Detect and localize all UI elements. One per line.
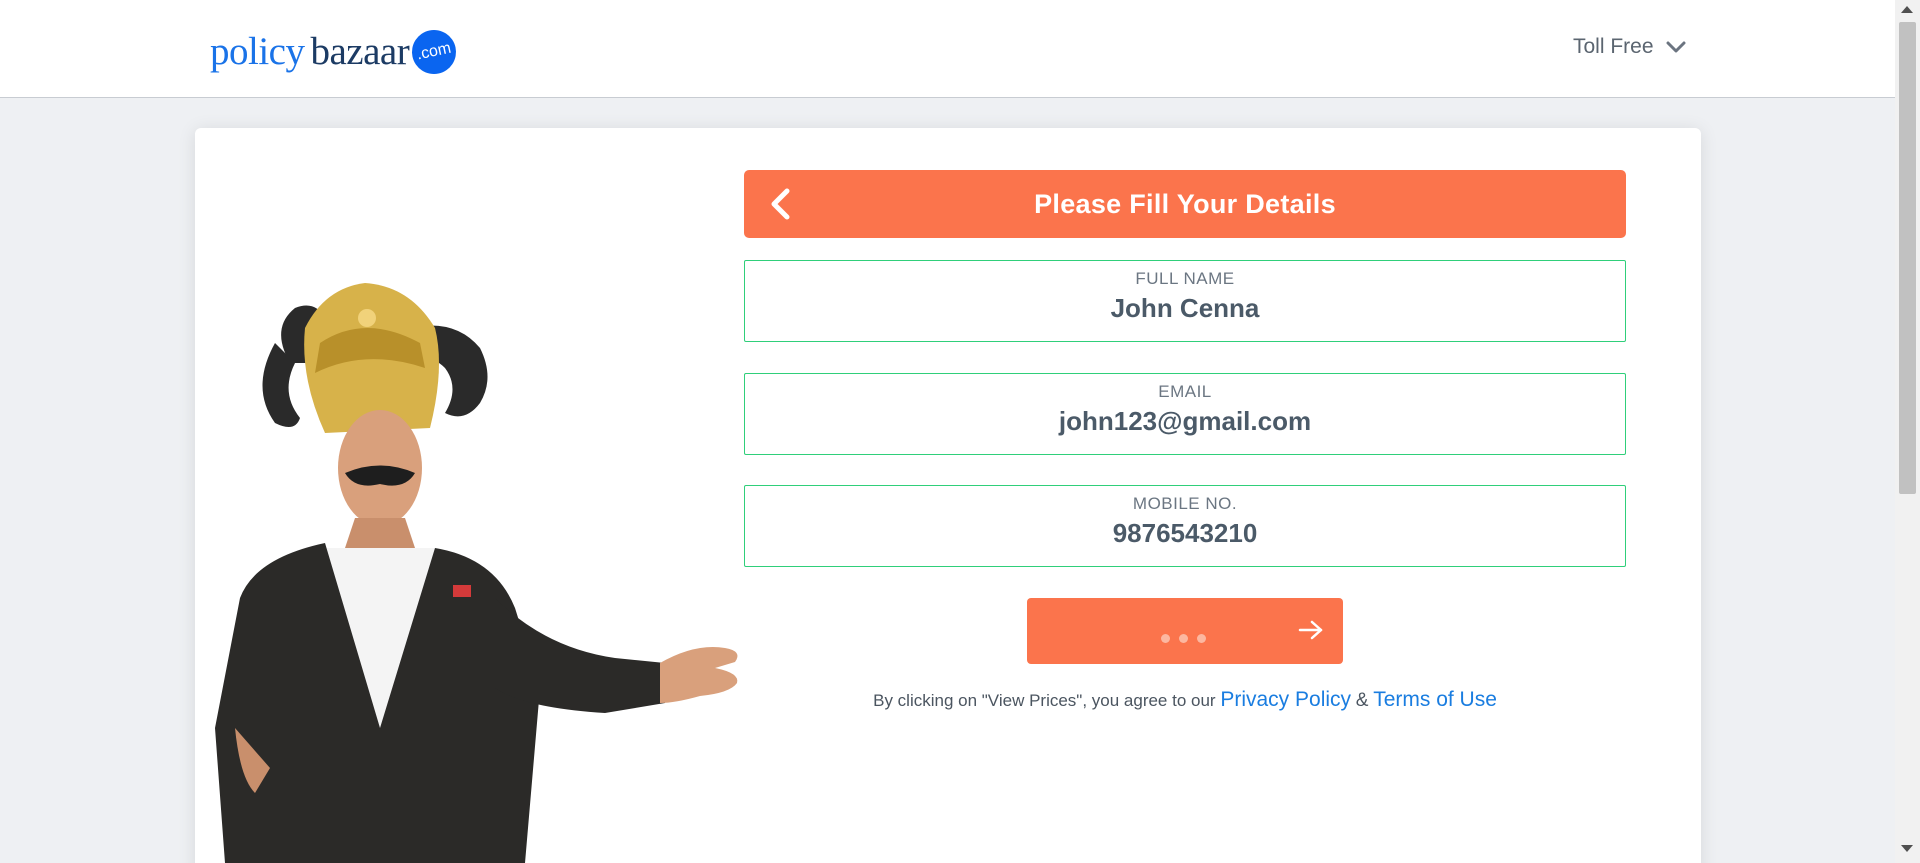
loading-dot: [1197, 634, 1206, 643]
email-label: EMAIL: [1158, 382, 1212, 401]
full-name-input[interactable]: [745, 293, 1625, 324]
scroll-thumb[interactable]: [1899, 22, 1916, 494]
mobile-field[interactable]: MOBILE NO.: [744, 485, 1626, 567]
form-title: Please Fill Your Details: [1034, 188, 1336, 219]
chevron-down-icon: [1666, 41, 1686, 53]
consent-text: By clicking on "View Prices", you agree …: [744, 688, 1626, 712]
loading-dot: [1179, 634, 1188, 643]
chevron-left-icon: [771, 188, 790, 220]
consent-prefix: By clicking on "View Prices", you agree …: [873, 691, 1216, 710]
toll-free-dropdown[interactable]: Toll Free: [1573, 30, 1686, 64]
view-prices-button[interactable]: [1027, 598, 1343, 664]
mobile-label: MOBILE NO.: [1132, 494, 1238, 513]
mascot-illustration: [215, 283, 738, 863]
email-input[interactable]: [745, 406, 1625, 437]
back-button[interactable]: [762, 184, 798, 224]
logo-text-bazaar: bazaar: [310, 30, 410, 73]
loading-dot: [1161, 634, 1170, 643]
mobile-input[interactable]: [745, 518, 1625, 549]
logo-com-badge: .com: [408, 25, 461, 79]
privacy-policy-link[interactable]: Privacy Policy: [1220, 688, 1351, 711]
arrow-right-icon: [1298, 620, 1323, 640]
terms-of-use-link[interactable]: Terms of Use: [1373, 688, 1497, 711]
scroll-down-arrow-icon[interactable]: [1901, 845, 1913, 852]
page-scrollbar[interactable]: [1895, 0, 1920, 863]
logo-text-policy: policy: [210, 30, 305, 73]
email-field[interactable]: EMAIL: [744, 373, 1626, 455]
consent-separator: &: [1355, 690, 1369, 711]
details-card: Please Fill Your Details FULL NAME EMAIL…: [195, 128, 1701, 863]
top-header: policy bazaar .com Toll Free: [0, 0, 1895, 98]
loading-dots-icon: [1161, 634, 1206, 643]
toll-free-label: Toll Free: [1573, 35, 1654, 58]
form-header-bar: Please Fill Your Details: [744, 170, 1626, 238]
policybazaar-logo[interactable]: policy bazaar .com: [210, 25, 461, 79]
full-name-field[interactable]: FULL NAME: [744, 260, 1626, 342]
full-name-label: FULL NAME: [1135, 269, 1235, 288]
scroll-up-arrow-icon[interactable]: [1901, 6, 1913, 13]
